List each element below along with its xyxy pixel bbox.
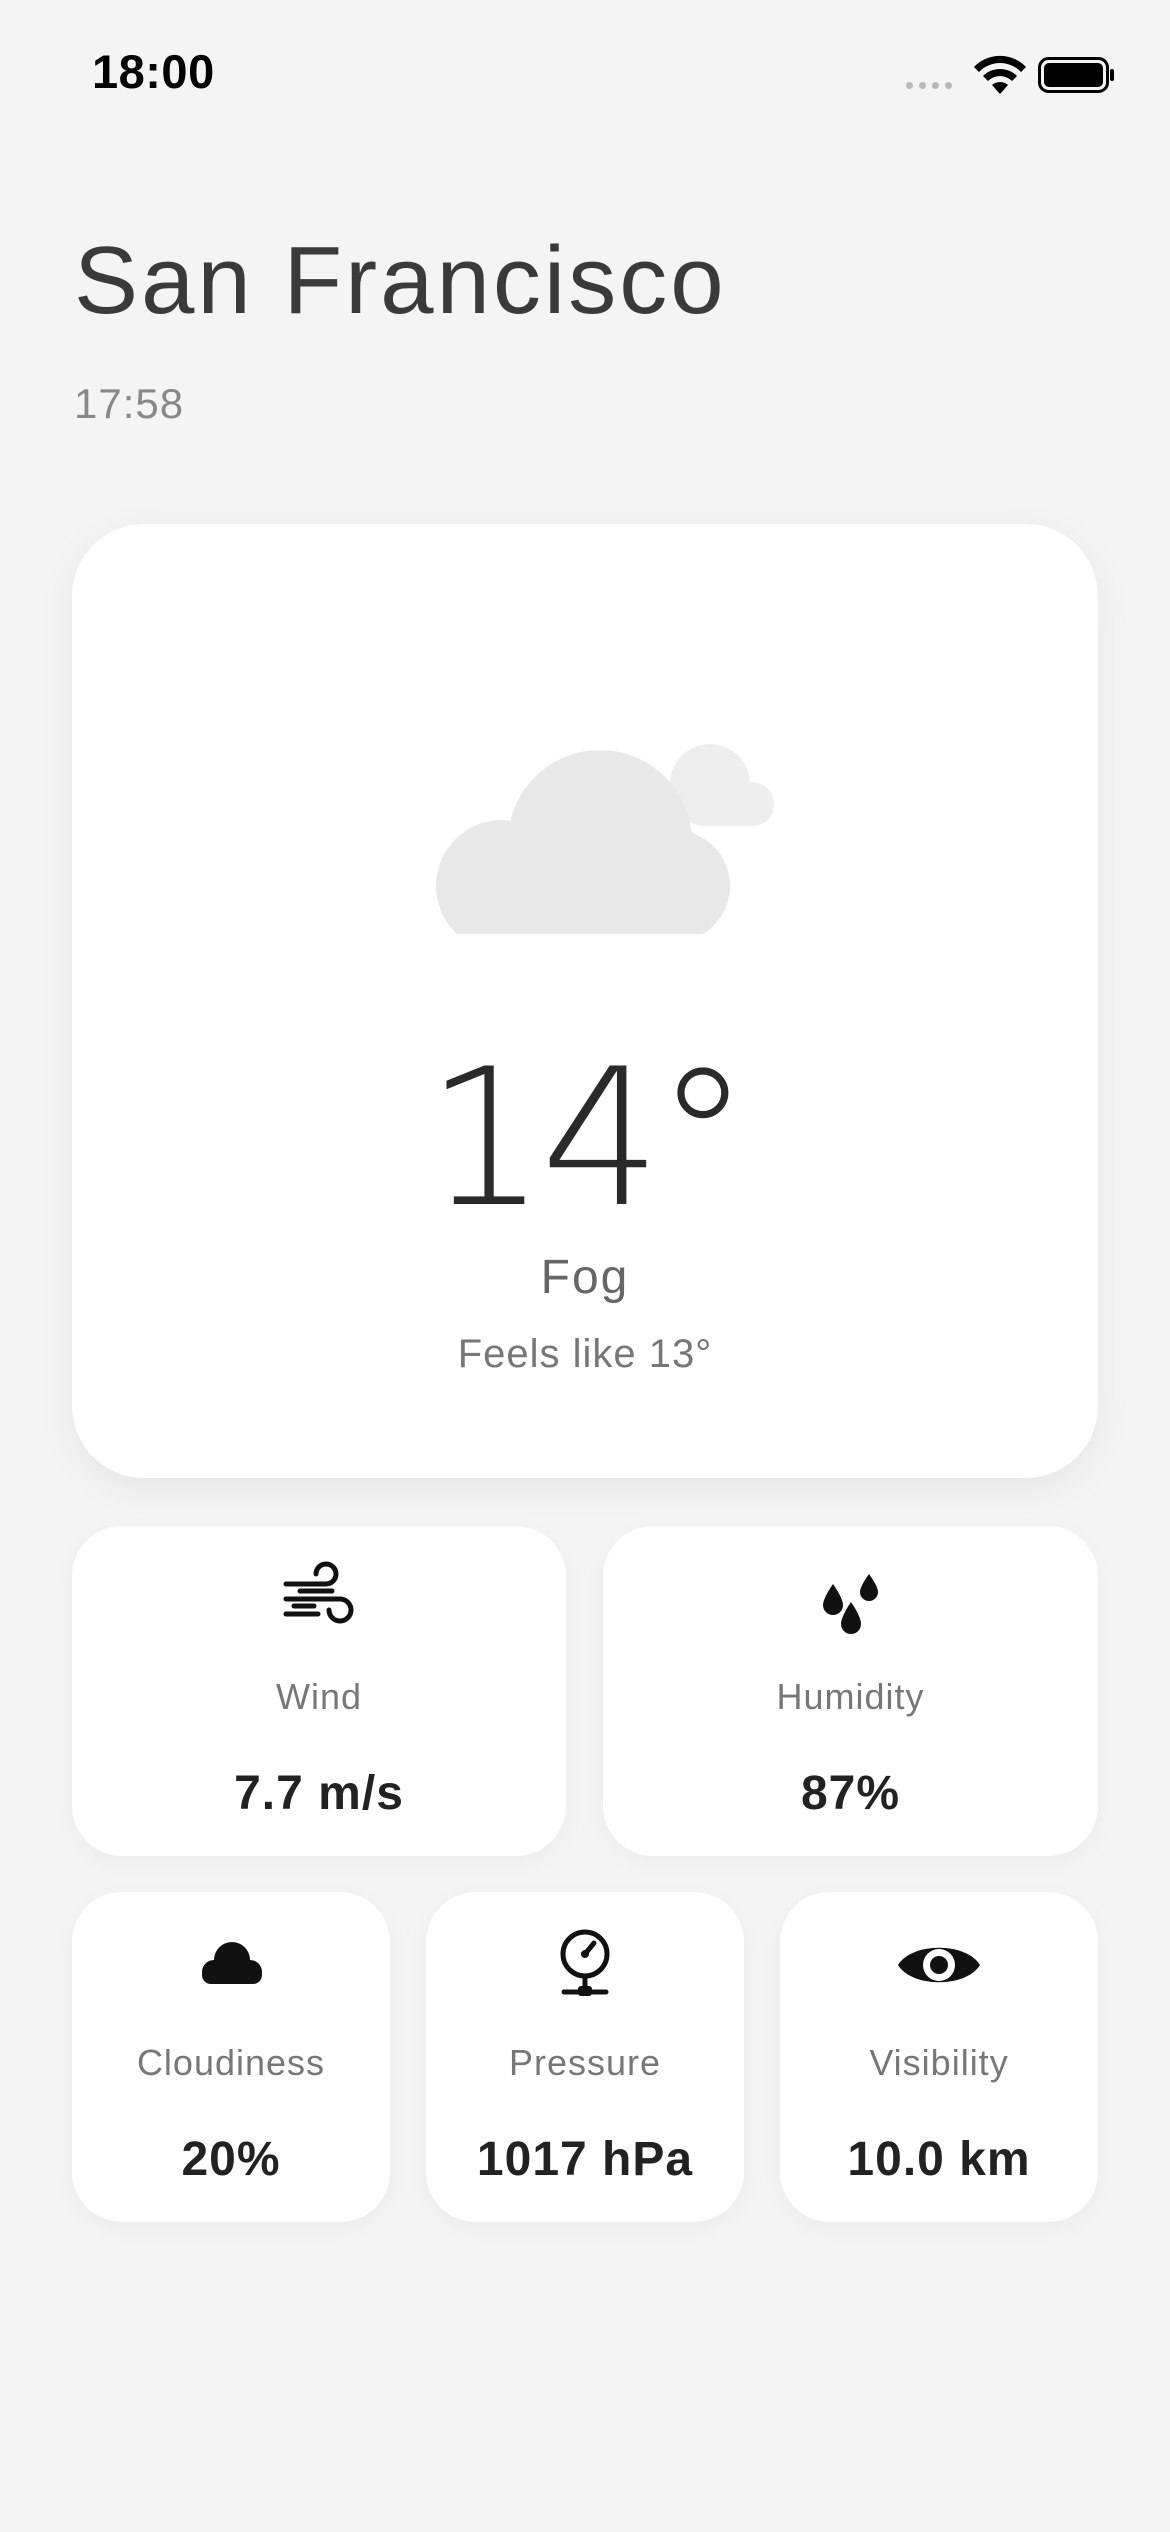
humidity-label: Humidity bbox=[776, 1676, 925, 1717]
wifi-icon bbox=[974, 55, 1026, 94]
pressure-label: Pressure bbox=[508, 2042, 662, 2083]
cloudiness-label: Cloudiness bbox=[136, 2042, 326, 2083]
humidity-drops-icon bbox=[822, 1574, 878, 1634]
humidity-value: 87% bbox=[800, 1767, 901, 1820]
cellular-signal-icon bbox=[906, 82, 952, 89]
wind-card[interactable]: Wind 7.7 m/s bbox=[72, 1526, 566, 1856]
current-weather-card[interactable]: 14° Fog Feels like 13° bbox=[72, 524, 1098, 1478]
temperature: 14° bbox=[425, 1028, 751, 1249]
status-bar: 18:00 bbox=[0, 0, 1170, 150]
eye-icon bbox=[898, 1947, 980, 1983]
cloud-icon bbox=[436, 744, 774, 934]
status-time: 18:00 bbox=[92, 45, 215, 98]
wind-label: Wind bbox=[275, 1676, 363, 1717]
wind-value: 7.7 m/s bbox=[234, 1767, 404, 1820]
visibility-label: Visibility bbox=[869, 2042, 1009, 2083]
visibility-value: 10.0 km bbox=[847, 2133, 1031, 2186]
cloudiness-value: 20% bbox=[181, 2133, 281, 2186]
gauge-icon bbox=[560, 1929, 610, 1996]
weather-condition: Fog bbox=[540, 1251, 630, 1304]
battery-icon bbox=[1038, 57, 1114, 93]
updated-time: 17:58 bbox=[74, 380, 185, 427]
wind-icon bbox=[283, 1561, 354, 1624]
cloudiness-card[interactable]: Cloudiness 20% bbox=[72, 1892, 390, 2222]
humidity-card[interactable]: Humidity 87% bbox=[603, 1526, 1098, 1856]
pressure-card[interactable]: Pressure 1017 hPa bbox=[426, 1892, 744, 2222]
pressure-value: 1017 hPa bbox=[476, 2133, 694, 2186]
cloud-filled-icon bbox=[202, 1942, 262, 1984]
feels-like: Feels like 13° bbox=[457, 1332, 713, 1376]
city-title: San Francisco bbox=[74, 227, 727, 334]
visibility-card[interactable]: Visibility 10.0 km bbox=[780, 1892, 1098, 2222]
